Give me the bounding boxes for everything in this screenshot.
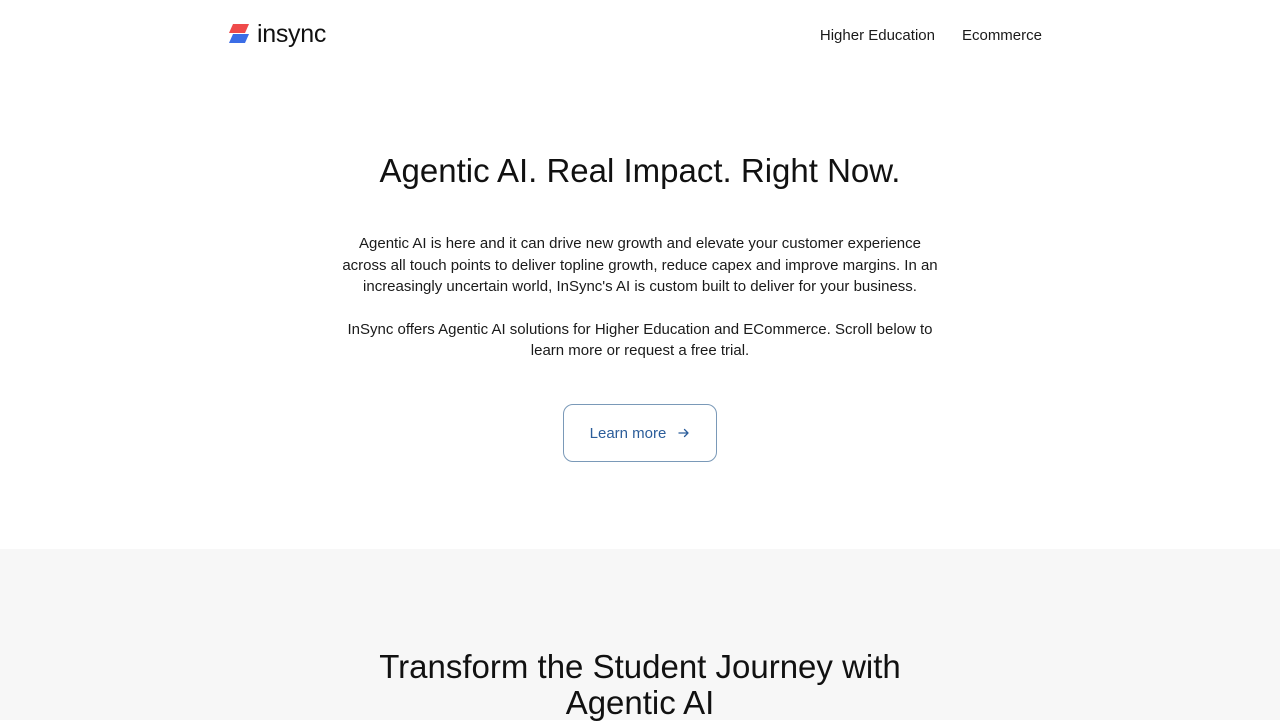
insync-logo-icon	[229, 24, 249, 43]
hero-title: Agentic AI. Real Impact. Right Now.	[379, 152, 901, 189]
site-header: insync Higher Education Ecommerce	[0, 0, 1280, 72]
section-title: Transform the Student Journey with Agent…	[379, 648, 901, 721]
nav-higher-education[interactable]: Higher Education	[820, 26, 935, 46]
learn-more-label: Learn more	[589, 424, 667, 442]
main-nav: Higher Education Ecommerce	[820, 26, 1042, 46]
student-journey-section: Transform the Student Journey with Agent…	[0, 549, 1280, 721]
hero-paragraph-1: Agentic AI is here and it can drive new …	[342, 235, 938, 295]
hero-section: Agentic AI. Real Impact. Right Now. Agen…	[0, 72, 1280, 549]
arrow-right-icon	[678, 428, 690, 438]
hero-body: Agentic AI is here and it can drive new …	[340, 233, 940, 362]
learn-more-button[interactable]: Learn more	[563, 404, 717, 462]
nav-ecommerce[interactable]: Ecommerce	[962, 26, 1042, 46]
hero-paragraph-2: InSync offers Agentic AI solutions for H…	[347, 320, 933, 360]
logo-link[interactable]: insync	[227, 20, 326, 48]
logo-text: insync	[257, 20, 327, 48]
